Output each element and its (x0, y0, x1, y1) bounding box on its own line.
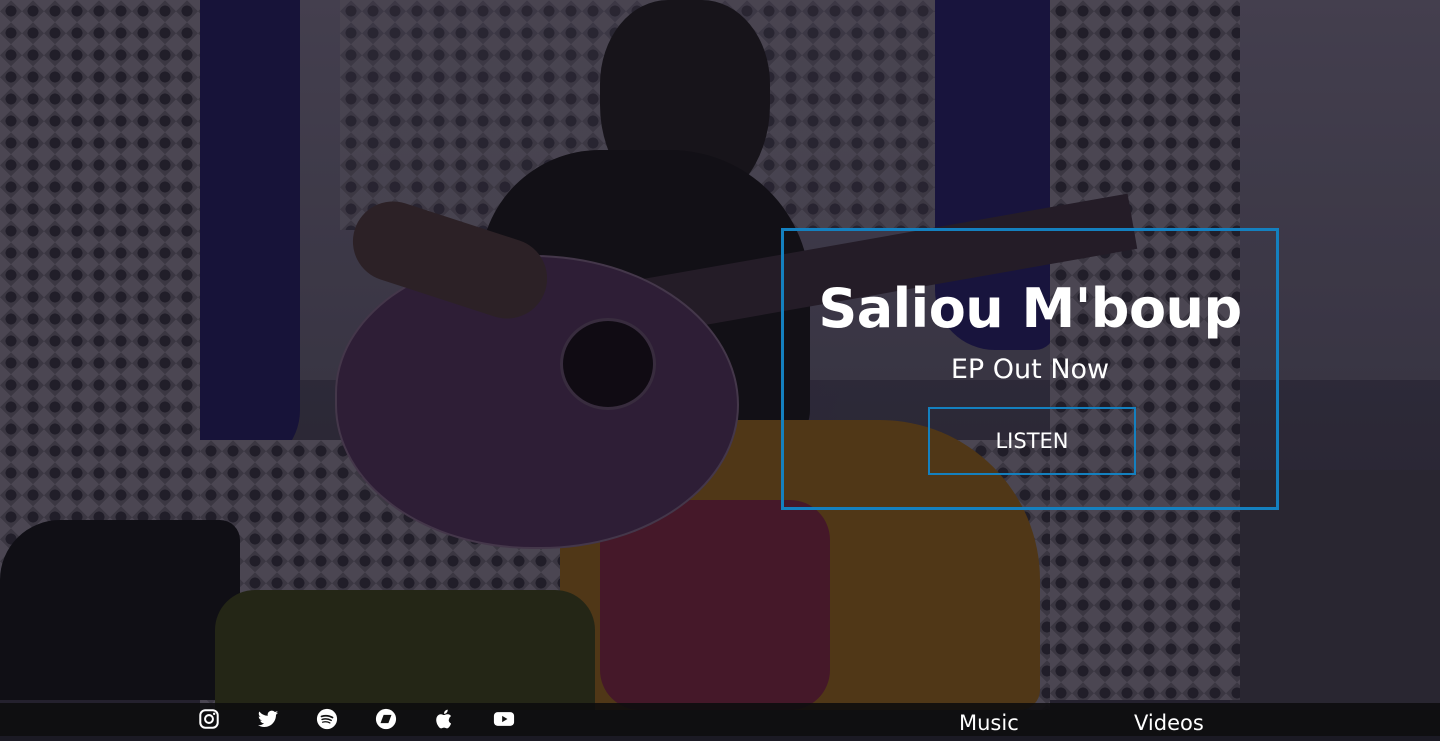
twitter-link[interactable] (256, 707, 280, 731)
apple-music-icon (436, 709, 452, 729)
twitter-icon (257, 710, 279, 727)
spotify-link[interactable] (315, 707, 339, 731)
bandcamp-icon (375, 708, 397, 730)
bandcamp-link[interactable] (374, 707, 398, 731)
youtube-icon (493, 712, 515, 726)
feature-box: Saliou M'boup EP Out Now LISTEN (781, 228, 1279, 510)
youtube-link[interactable] (492, 707, 516, 731)
instagram-link[interactable] (197, 707, 221, 731)
listen-button[interactable]: LISTEN (928, 407, 1136, 475)
release-subtitle: EP Out Now (950, 354, 1110, 385)
instagram-icon (199, 709, 219, 729)
hero-background: Saliou M'boup EP Out Now LISTEN (0, 0, 1440, 736)
social-links (197, 707, 551, 733)
artist-name: Saliou M'boup (818, 277, 1242, 340)
bottom-bar: Music Videos (0, 703, 1440, 736)
apple-music-link[interactable] (433, 707, 457, 731)
spotify-icon (316, 708, 338, 730)
